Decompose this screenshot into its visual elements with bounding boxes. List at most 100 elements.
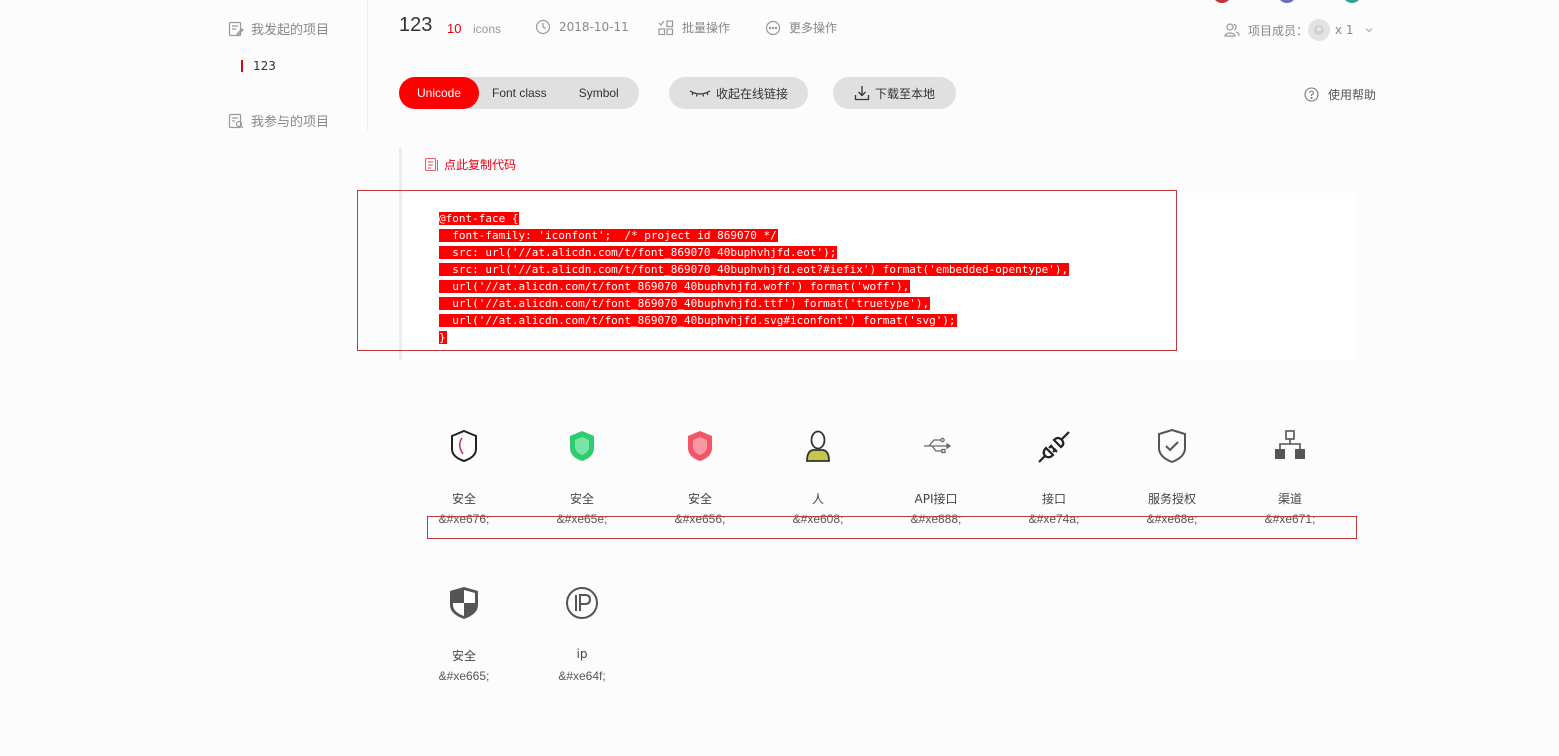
members-icon (1224, 22, 1240, 38)
tab-unicode[interactable]: Unicode (399, 77, 479, 109)
collapse-online-link-label: 收起在线链接 (715, 86, 788, 101)
project-date-text: 2018-10-11 (559, 20, 629, 34)
copy-code-button[interactable]: 点此复制代码 (424, 156, 516, 173)
code-line: } (439, 329, 1069, 346)
active-indicator (241, 60, 243, 72)
member-avatar[interactable] (1308, 19, 1331, 41)
chevron-down-icon[interactable] (1364, 25, 1374, 35)
code-line-text: @font-face { (439, 212, 520, 225)
clock-icon (535, 19, 551, 35)
download-icon (854, 85, 870, 101)
icon-unicode: &#xe671; (1264, 512, 1316, 526)
sidebar-joined-projects[interactable]: 我参与的项目 (228, 111, 329, 130)
shield-outline-icon (405, 428, 523, 464)
collapse-online-link-button[interactable]: 收起在线链接 (669, 77, 808, 109)
code-line-text: } (439, 331, 447, 344)
sidebar-project-label: 123 (253, 59, 276, 73)
batch-select-icon (658, 19, 674, 36)
ip-icon (523, 585, 641, 621)
icon-name: 渠道 (1277, 492, 1302, 506)
search-list-icon (228, 113, 244, 129)
top-dot-purple (1278, 0, 1296, 3)
code-line: src: url('//at.alicdn.com/t/font_869070_… (439, 244, 1069, 261)
icon-name: 接口 (1041, 492, 1066, 506)
project-title: 123 (399, 14, 433, 36)
batch-operations-label: 批量操作 (682, 21, 731, 35)
icon-name: 安全 (687, 492, 712, 506)
shield-quarter-icon (405, 585, 523, 621)
code-block[interactable]: @font-face { font-family: 'iconfont'; /*… (439, 210, 1070, 346)
icon-item[interactable]: 安全 &#xe665; (405, 585, 523, 683)
icon-unicode: &#xe608; (792, 512, 844, 526)
code-panel: 点此复制代码 @font-face { font-family: 'iconfo… (399, 148, 1357, 360)
download-local-label: 下载至本地 (874, 86, 935, 101)
sidebar-joined-projects-label: 我参与的项目 (251, 115, 330, 130)
sidebar: 我发起的项目 123 我参与的项目 (228, 0, 368, 130)
members-label: 项目成员： (1248, 23, 1309, 38)
icon-name: 人 (811, 492, 824, 506)
top-dot-teal (1343, 0, 1361, 3)
code-line: url('//at.alicdn.com/t/font_869070_40bup… (439, 312, 1069, 329)
usb-icon (877, 428, 995, 464)
shield-check-icon (1113, 428, 1231, 464)
sidebar-my-projects-label: 我发起的项目 (251, 23, 330, 38)
code-line-text: url('//at.alicdn.com/t/font_869070_40bup… (439, 297, 931, 310)
more-dots-icon (765, 20, 781, 36)
icon-unicode: &#xe74a; (1028, 512, 1080, 526)
icon-item[interactable]: 安全 &#xe676; (405, 428, 523, 526)
icon-unicode: &#xe665; (438, 669, 490, 683)
icon-count-unit: icons (473, 22, 502, 36)
tab-font-class[interactable]: Font class (479, 77, 559, 109)
icon-name: ip (576, 647, 588, 661)
shield-green-icon (523, 428, 641, 464)
icon-name: 安全 (451, 492, 476, 506)
sitemap-icon (1231, 428, 1349, 464)
edit-list-icon (228, 21, 244, 37)
project-members[interactable]: 项目成员： x 1 (1224, 19, 1374, 41)
icon-item[interactable]: 安全 &#xe65e; (523, 428, 641, 526)
icon-name: 服务授权 (1147, 492, 1196, 506)
icon-item[interactable]: 安全 &#xe656; (641, 428, 759, 526)
project-date: 2018-10-11 (535, 19, 629, 35)
icon-name: API接口 (914, 492, 958, 506)
code-line-text: font-family: 'iconfont'; /* project id 8… (439, 229, 778, 242)
sidebar-my-projects[interactable]: 我发起的项目 (228, 19, 329, 38)
icon-item[interactable]: API接口 &#xe888; (877, 428, 995, 526)
icon-name: 安全 (451, 649, 476, 663)
person-icon (759, 428, 877, 464)
code-line-text: src: url('//at.alicdn.com/t/font_869070_… (439, 263, 1070, 276)
icon-unicode: &#xe68e; (1146, 512, 1198, 526)
code-line: @font-face { (439, 210, 1069, 227)
sidebar-project-item[interactable]: 123 (241, 59, 276, 73)
icon-unicode: &#xe65e; (556, 512, 608, 526)
code-box[interactable]: @font-face { font-family: 'iconfont'; /*… (404, 193, 1357, 360)
icon-item[interactable]: ip &#xe64f; (523, 585, 641, 683)
icon-item[interactable]: 渠道 &#xe671; (1231, 428, 1349, 526)
code-line: font-family: 'iconfont'; /* project id 8… (439, 227, 1069, 244)
more-operations-button[interactable]: 更多操作 (765, 19, 837, 36)
icon-item[interactable]: 人 &#xe608; (759, 428, 877, 526)
members-count: x 1 (1335, 23, 1354, 37)
icon-unicode: &#xe64f; (558, 669, 606, 683)
copy-code-label: 点此复制代码 (444, 158, 517, 172)
download-local-button[interactable]: 下载至本地 (833, 77, 956, 109)
more-operations-label: 更多操作 (789, 21, 838, 35)
code-format-tabs: Unicode Font class Symbol (399, 77, 639, 109)
copy-doc-icon (424, 157, 439, 172)
icon-item[interactable]: 接口 &#xe74a; (995, 428, 1113, 526)
icon-unicode: &#xe656; (674, 512, 726, 526)
question-circle-icon (1304, 87, 1319, 102)
code-line-text: url('//at.alicdn.com/t/font_869070_40bup… (439, 314, 957, 327)
code-line: url('//at.alicdn.com/t/font_869070_40bup… (439, 295, 1069, 312)
tab-symbol[interactable]: Symbol (559, 77, 631, 109)
batch-operations-button[interactable]: 批量操作 (658, 19, 730, 36)
code-line: url('//at.alicdn.com/t/font_869070_40bup… (439, 278, 1069, 295)
icon-item[interactable]: 服务授权 &#xe68e; (1113, 428, 1231, 526)
closed-eye-icon (689, 88, 711, 98)
help-link[interactable]: 使用帮助 (1304, 86, 1376, 103)
shield-red-icon (641, 428, 759, 464)
plug-icon (995, 428, 1113, 464)
help-label: 使用帮助 (1328, 88, 1377, 102)
code-line: src: url('//at.alicdn.com/t/font_869070_… (439, 261, 1070, 278)
code-line-text: src: url('//at.alicdn.com/t/font_869070_… (439, 246, 838, 259)
